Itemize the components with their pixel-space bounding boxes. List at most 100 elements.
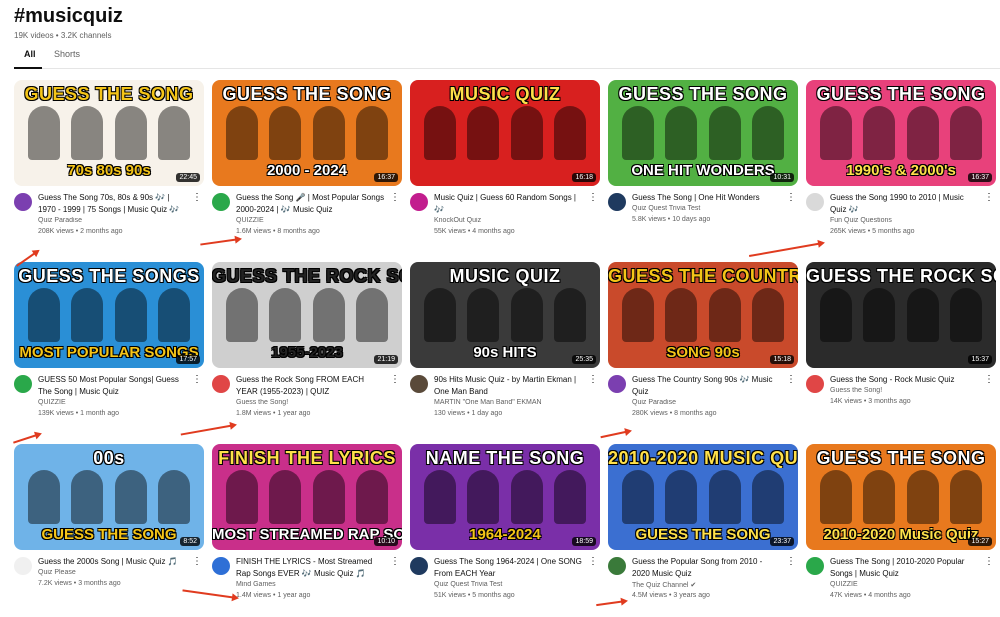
more-options-icon[interactable]: ⋮ xyxy=(192,556,202,567)
video-title[interactable]: Guess the Song - Rock Music Quiz xyxy=(830,374,980,386)
video-title[interactable]: Guess the Song 🎤 | Most Popular Songs 20… xyxy=(236,192,386,215)
video-thumbnail[interactable]: GUESS THE SONG ONE HIT WONDERS 10:31 xyxy=(608,80,798,186)
channel-name[interactable]: KnockOut Quiz xyxy=(434,217,594,224)
video-title[interactable]: GUESS 50 Most Popular Songs| Guess The S… xyxy=(38,374,188,397)
channel-avatar[interactable] xyxy=(806,375,824,393)
video-thumbnail[interactable]: GUESS THE SONGS MOST POPULAR SONGS 17:57 xyxy=(14,262,204,368)
video-stats: 265K views • 5 months ago xyxy=(830,228,915,235)
channel-name[interactable]: Guess the Song! xyxy=(236,399,396,406)
channel-avatar[interactable] xyxy=(806,193,824,211)
artist-silhouette xyxy=(423,288,456,342)
more-options-icon[interactable]: ⋮ xyxy=(786,192,796,203)
channel-avatar[interactable] xyxy=(410,375,428,393)
artist-silhouette xyxy=(225,470,258,524)
video-thumbnail[interactable]: NAME THE SONG 1964-2024 18:59 xyxy=(410,444,600,550)
video-thumbnail[interactable]: 2010-2020 MUSIC QUIZ GUESS THE SONG 23:3… xyxy=(608,444,798,550)
video-stats: 4.5M views • 3 years ago xyxy=(632,592,710,599)
more-options-icon[interactable]: ⋮ xyxy=(192,192,202,203)
video-stats: 1.4M views • 1 year ago xyxy=(236,592,311,599)
more-options-icon[interactable]: ⋮ xyxy=(588,556,598,567)
tab-all[interactable]: All xyxy=(24,49,36,59)
thumbnail-artwork xyxy=(220,470,394,524)
thumbnail-artwork xyxy=(616,106,790,160)
more-options-icon[interactable]: ⋮ xyxy=(390,374,400,385)
channel-name[interactable]: Quiz Paradise xyxy=(38,217,198,224)
duration-badge: 8:52 xyxy=(180,537,200,546)
channel-name[interactable]: QUIZZIE xyxy=(236,217,396,224)
channel-avatar[interactable] xyxy=(410,557,428,575)
video-title[interactable]: Guess the 2000s Song | Music Quiz 🎵 xyxy=(38,556,188,568)
video-thumbnail[interactable]: MUSIC QUIZ 16:18 xyxy=(410,80,600,186)
channel-name[interactable]: Quiz Quest Trivia Test xyxy=(434,581,594,588)
thumbnail-artwork xyxy=(22,106,196,160)
thumbnail-title-text: GUESS THE SONG xyxy=(222,84,392,104)
channel-avatar[interactable] xyxy=(608,193,626,211)
more-options-icon[interactable]: ⋮ xyxy=(192,374,202,385)
video-title[interactable]: Guess the Rock Song FROM EACH YEAR (1955… xyxy=(236,374,386,397)
more-options-icon[interactable]: ⋮ xyxy=(390,192,400,203)
video-title[interactable]: Guess The Song 70s, 80s & 90s 🎶 | 1970 -… xyxy=(38,192,188,215)
channel-name[interactable]: QUIZZIE xyxy=(38,399,198,406)
channel-name[interactable]: Quiz Paradise xyxy=(632,399,792,406)
video-title[interactable]: Guess the Popular Song from 2010 - 2020 … xyxy=(632,556,782,579)
channel-name[interactable]: Quiz Please xyxy=(38,569,198,576)
video-title[interactable]: Guess The Song | 2010-2020 Popular Songs… xyxy=(830,556,980,579)
channel-avatar[interactable] xyxy=(212,557,230,575)
video-thumbnail[interactable]: GUESS THE SONG 70s 80s 90s 22:45 xyxy=(14,80,204,186)
more-options-icon[interactable]: ⋮ xyxy=(786,374,796,385)
channel-name[interactable]: Guess the Song! xyxy=(830,387,990,394)
channel-name[interactable]: QUIZZIE xyxy=(830,581,990,588)
thumbnail-artwork xyxy=(814,288,988,342)
more-options-icon[interactable]: ⋮ xyxy=(984,374,994,385)
video-title[interactable]: Music Quiz | Guess 60 Random Songs | 🎶 xyxy=(434,192,584,215)
video-thumbnail[interactable]: GUESS THE SONG 2000 - 2024 16:37 xyxy=(212,80,402,186)
more-options-icon[interactable]: ⋮ xyxy=(588,192,598,203)
video-title[interactable]: FINISH THE LYRICS - Most Streamed Rap So… xyxy=(236,556,386,579)
video-title[interactable]: Guess The Song | One Hit Wonders xyxy=(632,192,782,204)
channel-avatar[interactable] xyxy=(410,193,428,211)
channel-avatar[interactable] xyxy=(14,193,32,211)
channel-name[interactable]: Quiz Quest Trivia Test xyxy=(632,205,792,212)
video-thumbnail[interactable]: FINISH THE LYRICS MOST STREAMED RAP SONG… xyxy=(212,444,402,550)
more-options-icon[interactable]: ⋮ xyxy=(588,374,598,385)
video-stats: 51K views • 5 months ago xyxy=(434,592,515,599)
thumbnail-title-text: GUESS THE ROCK SONG xyxy=(212,266,402,286)
video-thumbnail[interactable]: 00s GUESS THE SONG 8:52 xyxy=(14,444,204,550)
duration-badge: 10:31 xyxy=(770,173,794,182)
channel-avatar[interactable] xyxy=(14,557,32,575)
channel-name[interactable]: Mind Games xyxy=(236,581,396,588)
video-thumbnail[interactable]: GUESS THE COUNTRY SONG 90s 15:18 xyxy=(608,262,798,368)
channel-avatar[interactable] xyxy=(608,375,626,393)
video-thumbnail[interactable]: GUESS THE SONG 1990's & 2000's 16:37 xyxy=(806,80,996,186)
artist-silhouette xyxy=(665,106,698,160)
more-options-icon[interactable]: ⋮ xyxy=(786,556,796,567)
channel-name[interactable]: The Quiz Channel ✔ xyxy=(632,581,792,589)
artist-silhouette xyxy=(423,470,456,524)
video-title[interactable]: Guess the Song 1990 to 2010 | Music Quiz… xyxy=(830,192,980,215)
channel-name[interactable]: MARTIN "One Man Band" EKMAN xyxy=(434,399,594,406)
channel-avatar[interactable] xyxy=(608,557,626,575)
more-options-icon[interactable]: ⋮ xyxy=(390,556,400,567)
video-thumbnail[interactable]: MUSIC QUIZ 90s HITS 25:35 xyxy=(410,262,600,368)
tab-shorts[interactable]: Shorts xyxy=(54,49,80,59)
channel-name[interactable]: Fun Quiz Questions xyxy=(830,217,990,224)
artist-silhouette xyxy=(510,288,543,342)
channel-avatar[interactable] xyxy=(212,375,230,393)
channel-avatar[interactable] xyxy=(212,193,230,211)
video-thumbnail[interactable]: GUESS THE ROCK SONG 1955-2023 21:19 xyxy=(212,262,402,368)
video-thumbnail[interactable]: GUESS THE ROCK SONG #6 15:37 xyxy=(806,262,996,368)
channel-avatar[interactable] xyxy=(806,557,824,575)
artist-silhouette xyxy=(423,106,456,160)
more-options-icon[interactable]: ⋮ xyxy=(984,556,994,567)
thumbnail-title-text: GUESS THE SONG xyxy=(24,84,194,104)
artist-silhouette xyxy=(752,106,785,160)
channel-avatar[interactable] xyxy=(14,375,32,393)
video-title[interactable]: Guess The Song 1964-2024 | One SONG From… xyxy=(434,556,584,579)
video-title[interactable]: 90s Hits Music Quiz - by Martin Ekman | … xyxy=(434,374,584,397)
artist-silhouette xyxy=(158,106,191,160)
thumbnail-title-text: NAME THE SONG xyxy=(425,448,585,468)
artist-silhouette xyxy=(665,470,698,524)
video-thumbnail[interactable]: GUESS THE SONG 2010-2020 Music Quiz 15:2… xyxy=(806,444,996,550)
video-title[interactable]: Guess The Country Song 90s 🎶 Music Quiz xyxy=(632,374,782,397)
more-options-icon[interactable]: ⋮ xyxy=(984,192,994,203)
